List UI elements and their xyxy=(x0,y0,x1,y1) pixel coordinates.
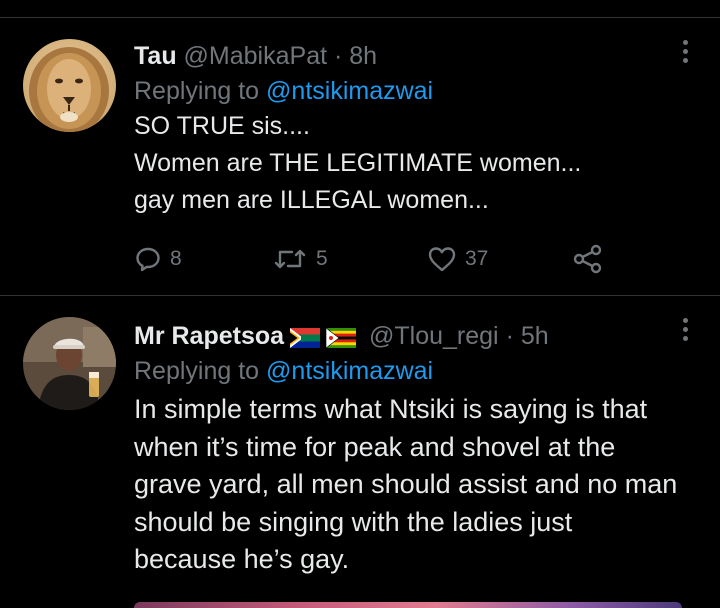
tweet-text-line: when it’s time for peak and shovel at th… xyxy=(134,431,616,462)
tweet-text: In simple terms what Ntsiki is saying is… xyxy=(134,391,680,579)
retweet-button[interactable]: 5 xyxy=(272,244,328,274)
retweet-icon xyxy=(274,249,306,269)
user-handle[interactable]: @Tlou_regi xyxy=(369,322,499,350)
replying-to-label: Replying to xyxy=(134,77,260,105)
zimbabwe-flag-icon xyxy=(326,328,357,348)
avatar-man[interactable] xyxy=(23,317,116,410)
replying-to-line: Replying to @ntsikimazwai xyxy=(134,355,680,387)
dot-separator: · xyxy=(334,42,343,70)
tweet-text-line: because he’s gay. xyxy=(134,544,350,574)
heart-icon xyxy=(428,247,456,272)
like-count: 37 xyxy=(465,247,489,270)
share-button[interactable] xyxy=(572,244,604,274)
mention-link[interactable]: @ntsikimazwai xyxy=(266,357,433,385)
replying-to-line: Replying to @ntsikimazwai xyxy=(134,75,680,107)
tweet-text-line: should be singing with the ladies just xyxy=(134,506,573,537)
tweet-header: Tau @MabikaPat · 8h xyxy=(134,40,680,72)
tweet-text: SO TRUE sis.... Women are THE LEGITIMATE… xyxy=(134,108,680,219)
tweet-content: Mr Rapetsoa @Tlou_regi · 5h Replying to … xyxy=(134,320,680,579)
tweet-content: Tau @MabikaPat · 8h Replying to @ntsikim… xyxy=(134,40,680,219)
reply-count: 8 xyxy=(170,247,182,270)
timestamp[interactable]: 5h xyxy=(521,322,549,350)
timestamp[interactable]: 8h xyxy=(349,42,377,70)
more-dots-icon[interactable] xyxy=(681,318,689,344)
tweet-actions: 8 5 37 xyxy=(134,244,634,274)
like-button[interactable]: 37 xyxy=(427,244,488,274)
reply-icon xyxy=(136,247,160,272)
tweet-text-line: In simple terms what Ntsiki is saying is… xyxy=(134,394,648,424)
tweet-text-line: Women are THE LEGITIMATE women... xyxy=(134,149,582,177)
south-africa-flag-icon xyxy=(290,328,321,348)
tweet-text-line: gay men are ILLEGAL women... xyxy=(134,186,489,214)
mention-link[interactable]: @ntsikimazwai xyxy=(266,77,433,105)
avatar-lion[interactable] xyxy=(23,39,116,132)
display-name[interactable]: Mr Rapetsoa xyxy=(134,322,284,350)
tweet-text-line: grave yard, all men should assist and no… xyxy=(134,469,678,499)
share-icon xyxy=(573,244,602,274)
tweet-text-line: SO TRUE sis.... xyxy=(134,112,310,140)
tweet-card[interactable]: Tau @MabikaPat · 8h Replying to @ntsikim… xyxy=(0,18,720,296)
retweet-count: 5 xyxy=(316,247,328,270)
tweet-card[interactable]: Mr Rapetsoa @Tlou_regi · 5h Replying to … xyxy=(0,296,720,608)
dot-separator: · xyxy=(505,322,514,350)
media-preview-edge[interactable] xyxy=(134,602,682,608)
replying-to-label: Replying to xyxy=(134,357,260,385)
reply-button[interactable]: 8 xyxy=(134,244,182,274)
tweet-header: Mr Rapetsoa @Tlou_regi · 5h xyxy=(134,320,680,352)
more-dots-icon[interactable] xyxy=(681,40,689,66)
user-handle[interactable]: @MabikaPat xyxy=(184,42,328,70)
display-name[interactable]: Tau xyxy=(134,42,177,70)
